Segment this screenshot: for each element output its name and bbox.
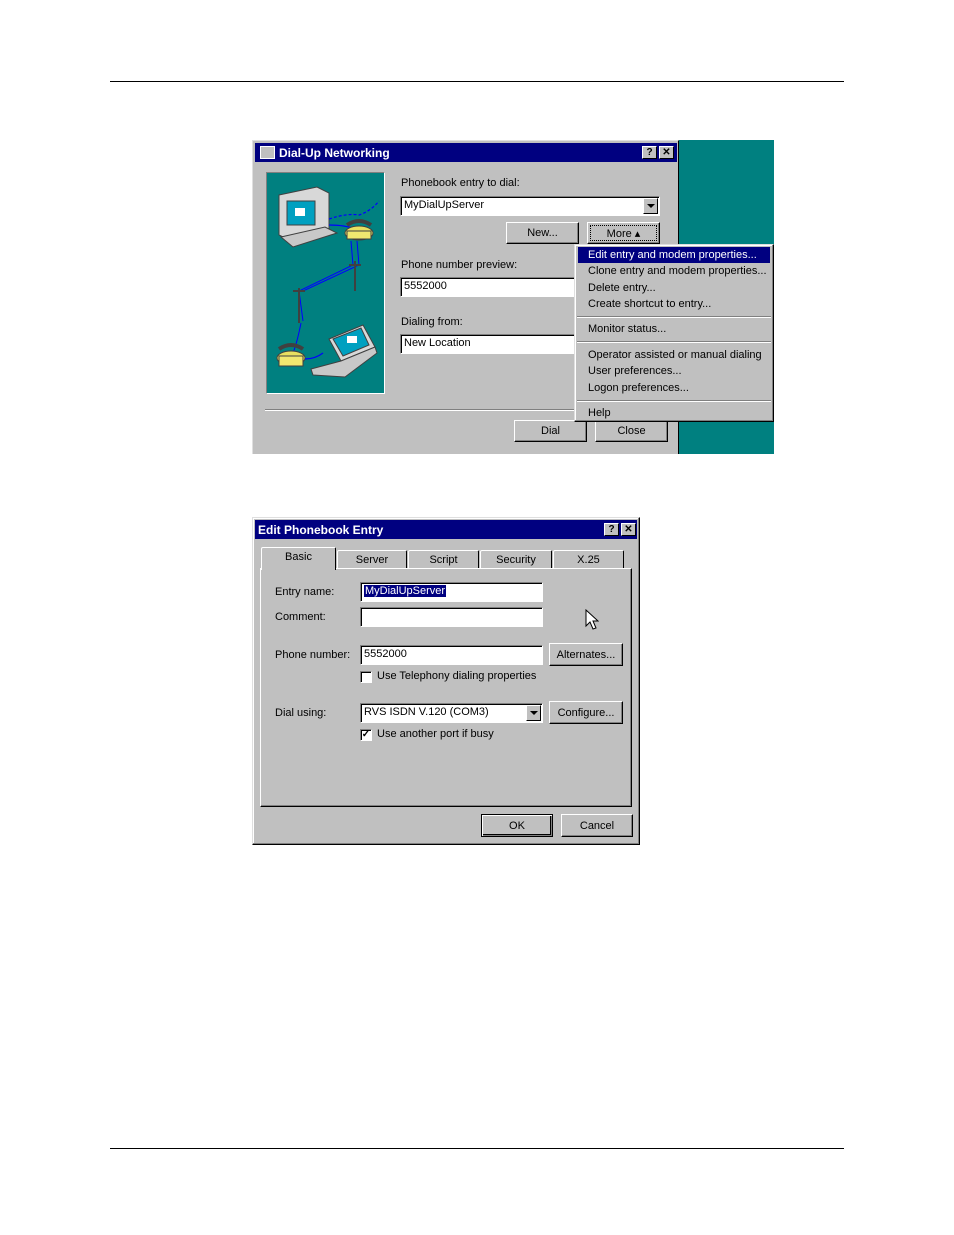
configure-button[interactable]: Configure... [549, 701, 623, 724]
menu-item-operator-dialing[interactable]: Operator assisted or manual dialing [578, 347, 770, 363]
dun-title: Dial-Up Networking [279, 145, 390, 160]
entry-name-value: MyDialUpServer [364, 585, 447, 597]
phonebook-value: MyDialUpServer [404, 199, 485, 211]
laptop-icon [310, 324, 378, 378]
menu-item-edit-entry[interactable]: Edit entry and modem properties... [578, 247, 770, 263]
edit-phonebook-window: Edit Phonebook Entry ? ✕ Basic Server Sc… [252, 517, 640, 845]
dial-using-label: Dial using: [275, 707, 327, 719]
menu-separator [577, 316, 771, 318]
phonebook-dropdown-arrow[interactable] [643, 198, 658, 214]
preview-value: 5552000 [404, 280, 447, 292]
menu-item-delete-entry[interactable]: Delete entry... [578, 280, 770, 296]
chevron-down-icon [529, 711, 538, 715]
desktop-computer-icon [278, 186, 339, 248]
chevron-down-icon [646, 204, 655, 208]
tab-strip: Basic Server Script Security X.25 [260, 547, 632, 570]
tab-x25[interactable]: X.25 [553, 550, 624, 568]
another-port-checkbox[interactable]: ✓ [360, 729, 372, 741]
comment-label: Comment: [275, 611, 326, 623]
menu-item-monitor-status[interactable]: Monitor status... [578, 321, 770, 337]
help-icon[interactable]: ? [604, 523, 619, 536]
menu-separator [577, 341, 771, 343]
comment-input[interactable] [360, 607, 543, 627]
dial-button[interactable]: Dial [514, 420, 587, 442]
dun-app-icon [260, 146, 275, 159]
tab-security[interactable]: Security [480, 550, 552, 568]
network-illustration [266, 172, 385, 394]
alternates-button[interactable]: Alternates... [549, 643, 623, 666]
edit-titlebar: Edit Phonebook Entry ? ✕ [255, 520, 637, 539]
menu-item-user-preferences[interactable]: User preferences... [578, 363, 770, 379]
phonebook-dropdown[interactable]: MyDialUpServer [400, 196, 660, 216]
phone-number-input[interactable]: 5552000 [360, 645, 543, 665]
dial-using-value: RVS ISDN V.120 (COM3) [364, 706, 489, 718]
phone-number-value: 5552000 [364, 648, 407, 660]
cancel-button[interactable]: Cancel [561, 814, 633, 837]
menu-item-help[interactable]: Help [578, 405, 770, 421]
bottom-rule [110, 1148, 844, 1149]
edit-title: Edit Phonebook Entry [258, 522, 384, 537]
telephony-label: Use Telephony dialing properties [377, 670, 537, 682]
dial-using-dropdown-arrow[interactable] [526, 705, 541, 721]
phonebook-label: Phonebook entry to dial: [401, 177, 520, 189]
top-rule [110, 81, 844, 82]
menu-item-logon-preferences[interactable]: Logon preferences... [578, 380, 770, 396]
utility-pole-icon [293, 261, 361, 323]
network-illustration-svg [276, 186, 380, 378]
menu-item-create-shortcut[interactable]: Create shortcut to entry... [578, 296, 770, 312]
close-button[interactable]: Close [595, 420, 668, 442]
phone-icon-top [344, 219, 374, 241]
preview-label: Phone number preview: [401, 259, 518, 271]
entry-name-label: Entry name: [275, 586, 335, 598]
telephony-checkbox[interactable] [360, 671, 372, 683]
tab-basic[interactable]: Basic [261, 547, 336, 570]
tab-script[interactable]: Script [408, 550, 479, 568]
ok-button[interactable]: OK [481, 814, 553, 837]
another-port-label: Use another port if busy [377, 728, 494, 740]
dun-screenshot: Dial-Up Networking ? ✕ Phonebook entry t… [252, 140, 774, 454]
help-icon[interactable]: ? [642, 146, 657, 159]
entry-name-input[interactable]: MyDialUpServer [360, 582, 543, 602]
menu-separator [577, 400, 771, 402]
tab-server[interactable]: Server [337, 550, 407, 568]
dialing-from-value: New Location [404, 337, 471, 349]
new-button[interactable]: New... [506, 222, 579, 244]
more-button[interactable]: More ▴ [587, 222, 660, 244]
more-menu: Edit entry and modem properties... Clone… [574, 244, 774, 422]
mouse-pointer-icon [585, 609, 599, 630]
close-icon[interactable]: ✕ [621, 523, 636, 536]
dialing-from-label: Dialing from: [401, 316, 463, 328]
preview-field: 5552000 [400, 277, 578, 297]
dial-using-dropdown[interactable]: RVS ISDN V.120 (COM3) [360, 703, 543, 723]
tab-panel-basic: Entry name: MyDialUpServer Comment: Phon… [260, 568, 632, 807]
close-icon[interactable]: ✕ [659, 146, 674, 159]
dialing-from-field[interactable]: New Location [400, 334, 578, 354]
dun-titlebar: Dial-Up Networking ? ✕ [255, 143, 677, 162]
phone-icon-bottom [276, 343, 306, 367]
menu-item-clone-entry[interactable]: Clone entry and modem properties... [578, 263, 770, 279]
phone-number-label: Phone number: [275, 649, 351, 661]
